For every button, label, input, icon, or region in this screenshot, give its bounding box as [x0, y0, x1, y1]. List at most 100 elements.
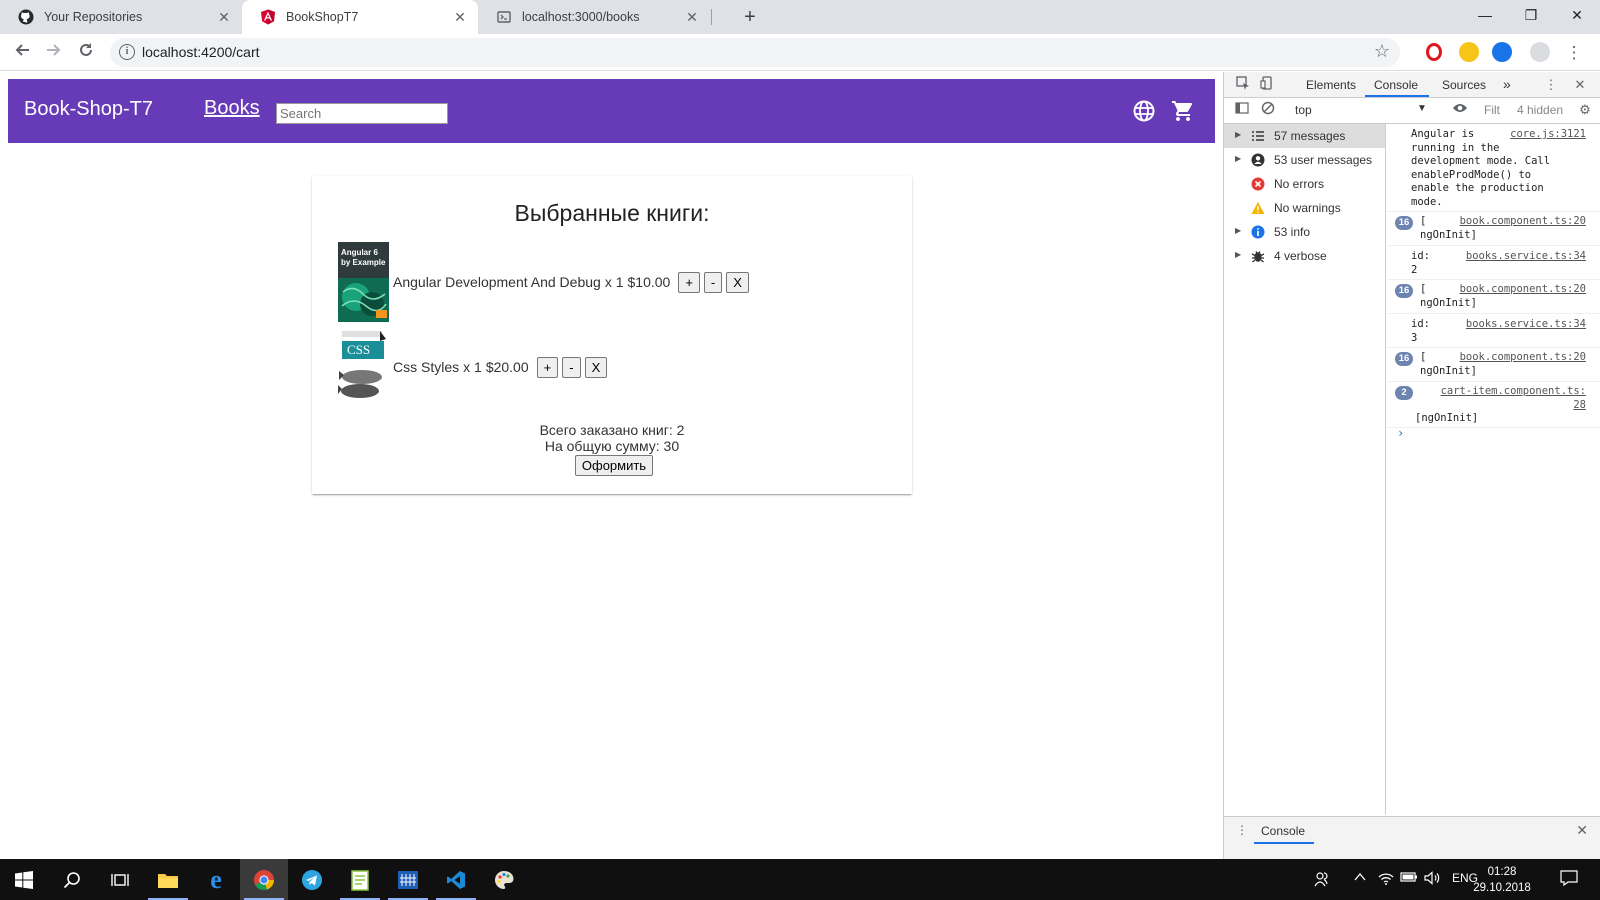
console-message-source[interactable]: books.service.ts:34: [1466, 318, 1586, 330]
console-message-source[interactable]: core.js:3121: [1510, 128, 1586, 140]
show-sidebar-icon[interactable]: [1233, 101, 1251, 119]
drawer-tab-console[interactable]: Console: [1261, 824, 1305, 838]
moon-extension-icon[interactable]: [1459, 42, 1479, 62]
repeat-count-badge: 16: [1395, 284, 1413, 298]
sidebar-item-messages[interactable]: ▶ 57 messages: [1224, 124, 1385, 148]
sidebar-item-user-messages[interactable]: ▶ 53 user messages: [1224, 148, 1385, 172]
devtools-menu-icon[interactable]: ⋮: [1542, 76, 1560, 94]
devtools-tab-sources[interactable]: Sources: [1442, 78, 1486, 92]
telegram-button[interactable]: [288, 859, 336, 900]
people-icon[interactable]: [1314, 871, 1330, 890]
console-filter-input[interactable]: Filt: [1484, 103, 1500, 117]
devtools-panel: Elements Console Sources » ⋮ ✕ top ▼ Fil…: [1223, 72, 1600, 859]
decrease-quantity-button[interactable]: -: [562, 356, 581, 378]
checkout-button[interactable]: Оформить: [574, 455, 654, 476]
task-view-button[interactable]: [96, 859, 144, 900]
taskbar-clock[interactable]: 01:28 29.10.2018: [1468, 864, 1536, 896]
tab-title: localhost:3000/books: [522, 10, 640, 24]
decrease-quantity-button[interactable]: -: [703, 271, 723, 293]
devtools-tab-elements[interactable]: Elements: [1306, 78, 1356, 92]
live-expression-eye-icon[interactable]: [1451, 101, 1469, 119]
extension-icon[interactable]: [1492, 42, 1512, 62]
github-icon: [18, 9, 34, 25]
search-button[interactable]: [48, 859, 96, 900]
vscode-button[interactable]: [432, 859, 480, 900]
address-bar[interactable]: i localhost:4200/cart ☆: [110, 38, 1400, 67]
close-tab-icon[interactable]: ✕: [452, 9, 468, 25]
browser-menu-icon[interactable]: ⋮: [1561, 40, 1587, 66]
edge-button[interactable]: e: [192, 859, 240, 900]
profile-avatar-icon[interactable]: [1530, 42, 1550, 62]
expand-triangle-icon[interactable]: ▶: [1235, 250, 1241, 259]
notifications-icon[interactable]: [1560, 870, 1578, 889]
console-message-source[interactable]: books.service.ts:34: [1466, 250, 1586, 262]
drawer-menu-icon[interactable]: ⋮: [1236, 823, 1248, 837]
browser-tab-localhost-books[interactable]: localhost:3000/books ✕: [478, 0, 710, 34]
notepad-button[interactable]: [336, 859, 384, 900]
sidebar-item-info[interactable]: ▶ 53 info: [1224, 220, 1385, 244]
console-settings-gear-icon[interactable]: ⚙: [1576, 101, 1594, 119]
language-icon[interactable]: [1132, 99, 1156, 123]
remove-item-button[interactable]: X: [726, 271, 749, 293]
device-toolbar-icon[interactable]: [1258, 76, 1276, 94]
minimize-button[interactable]: —: [1462, 0, 1508, 30]
search-input[interactable]: [276, 103, 448, 124]
more-tabs-icon[interactable]: »: [1503, 76, 1511, 92]
maximize-button[interactable]: ❐: [1508, 0, 1554, 30]
chevron-down-icon[interactable]: ▼: [1417, 103, 1427, 114]
paint-button[interactable]: [480, 859, 528, 900]
hidden-messages-count[interactable]: 4 hidden: [1517, 103, 1563, 117]
browser-tab-repositories[interactable]: Your Repositories ✕: [0, 0, 242, 34]
info-icon[interactable]: i: [119, 44, 135, 60]
devtools-tab-console[interactable]: Console: [1374, 78, 1418, 92]
book-cover-title: CSS: [347, 342, 371, 357]
reload-button[interactable]: [73, 40, 99, 66]
battery-icon[interactable]: [1400, 871, 1418, 886]
sidebar-item-errors[interactable]: No errors: [1224, 172, 1385, 196]
inspect-element-icon[interactable]: [1234, 76, 1252, 94]
console-message-source[interactable]: cart-item.component.ts: 28: [1441, 385, 1586, 412]
bookmark-star-icon[interactable]: ☆: [1374, 41, 1390, 62]
clear-console-icon[interactable]: [1259, 101, 1277, 119]
opera-extension-icon[interactable]: [1426, 43, 1442, 61]
forward-button[interactable]: [41, 40, 67, 66]
shopping-cart-icon[interactable]: [1171, 99, 1195, 123]
sidebar-item-verbose[interactable]: ▶ 4 verbose: [1224, 244, 1385, 268]
context-selector[interactable]: top: [1295, 103, 1419, 117]
sidebar-item-label: No errors: [1274, 177, 1325, 191]
close-tab-icon[interactable]: ✕: [216, 9, 232, 25]
browser-tab-bookshop[interactable]: BookShopT7 ✕: [242, 0, 478, 34]
nav-link-books[interactable]: Books: [204, 97, 260, 120]
tab-title: BookShopT7: [286, 10, 359, 24]
sidebar-item-warnings[interactable]: No warnings: [1224, 196, 1385, 220]
console-message-text: id: 2: [1411, 250, 1430, 276]
expand-triangle-icon[interactable]: ▶: [1235, 130, 1241, 139]
console-prompt[interactable]: ›: [1397, 426, 1404, 440]
console-message-source[interactable]: book.component.ts:20: [1460, 215, 1586, 227]
volume-icon[interactable]: [1424, 871, 1440, 888]
increase-quantity-button[interactable]: +: [536, 356, 559, 378]
expand-triangle-icon[interactable]: ▶: [1235, 226, 1241, 235]
start-button[interactable]: [0, 859, 48, 900]
close-window-button[interactable]: ✕: [1554, 0, 1600, 30]
back-arrow-icon: [15, 44, 29, 56]
console-message-source[interactable]: book.component.ts:20: [1460, 351, 1586, 363]
app-brand[interactable]: Book-Shop-T7: [24, 98, 153, 121]
new-tab-button[interactable]: +: [738, 5, 762, 29]
expand-triangle-icon[interactable]: ▶: [1235, 154, 1241, 163]
file-explorer-button[interactable]: [144, 859, 192, 900]
back-button[interactable]: [9, 40, 35, 66]
wifi-icon[interactable]: [1378, 871, 1394, 888]
console-message-source[interactable]: book.component.ts:20: [1460, 283, 1586, 295]
sidebar-item-label: 53 info: [1274, 225, 1311, 239]
close-devtools-icon[interactable]: ✕: [1571, 76, 1589, 94]
sidebar-item-label: 57 messages: [1274, 129, 1346, 143]
app-button[interactable]: [384, 859, 432, 900]
show-hidden-icons-chevron-icon[interactable]: [1354, 871, 1366, 885]
close-tab-icon[interactable]: ✕: [684, 9, 700, 25]
close-drawer-icon[interactable]: ✕: [1576, 822, 1588, 839]
remove-item-button[interactable]: X: [584, 356, 608, 378]
chrome-button[interactable]: [240, 859, 288, 900]
cart-item-price: $20.00: [485, 359, 529, 375]
increase-quantity-button[interactable]: +: [678, 271, 700, 293]
